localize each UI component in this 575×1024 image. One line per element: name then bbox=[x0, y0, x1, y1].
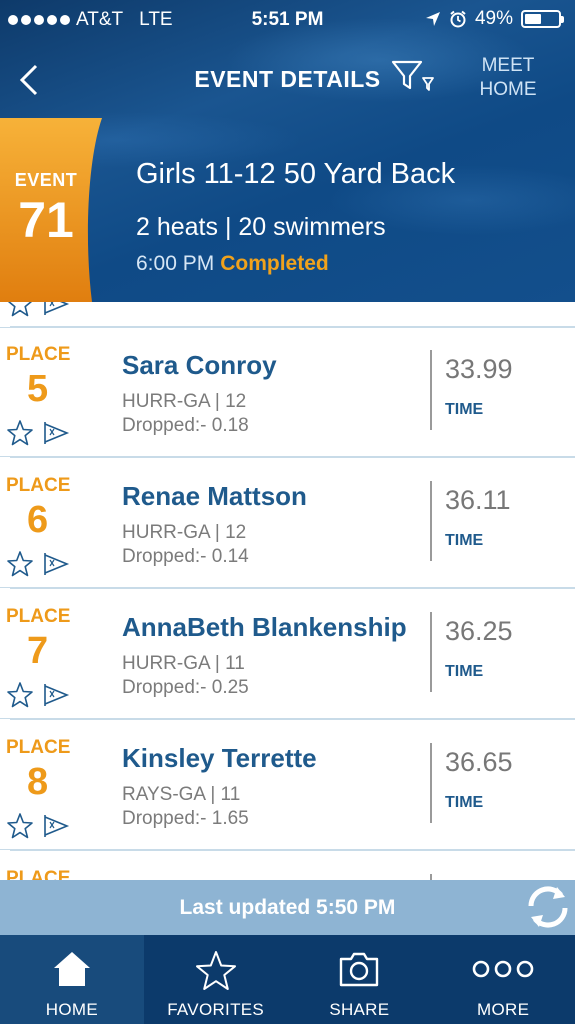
nav-bar: EVENT DETAILS MEET HOME bbox=[0, 40, 575, 118]
time-label: TIME bbox=[445, 663, 484, 680]
swimmer-name[interactable]: AnnaBeth Blankenship bbox=[122, 612, 407, 643]
tab-more[interactable]: MORE bbox=[431, 935, 575, 1024]
team-age: HURR-GA | 12 bbox=[122, 522, 247, 543]
event-counts: 2 heats | 20 swimmers bbox=[136, 213, 386, 241]
place-label: PLACE bbox=[6, 606, 71, 627]
swimmer-name[interactable]: Renae Mattson bbox=[122, 481, 307, 512]
time-value: 36.25 bbox=[445, 616, 513, 646]
flag-icon[interactable] bbox=[42, 812, 70, 840]
table-row[interactable]: PLACE 7 AnnaBeth Blankenship HURR-GA | 11 Dr… bbox=[0, 588, 575, 719]
event-status: Completed bbox=[220, 252, 329, 275]
event-time: 6:00 PM bbox=[136, 252, 215, 275]
time-value: 33.99 bbox=[445, 354, 513, 384]
place-label: PLACE bbox=[6, 737, 71, 758]
time-label: TIME bbox=[445, 401, 484, 418]
star-icon[interactable] bbox=[6, 812, 34, 840]
place-number: 6 bbox=[27, 499, 49, 541]
place-number: 8 bbox=[27, 761, 49, 803]
place-number: 5 bbox=[27, 368, 49, 410]
team-age: RAYS-GA | 11 bbox=[122, 784, 241, 805]
flag-icon[interactable] bbox=[42, 550, 70, 578]
tab-home[interactable]: HOME bbox=[0, 935, 144, 1024]
more-icon bbox=[472, 960, 534, 978]
tab-share[interactable]: SHARE bbox=[288, 935, 432, 1024]
last-updated-bar: Last updated 5:50 PM bbox=[0, 880, 575, 935]
dropped-time: Dropped:- 0.18 bbox=[122, 415, 249, 436]
dropped-time: Dropped:- 0.14 bbox=[122, 546, 249, 567]
time-label: TIME bbox=[445, 794, 484, 811]
event-info: Girls 11-12 50 Yard Back 2 heats | 20 sw… bbox=[136, 118, 455, 276]
time-value: 36.65 bbox=[445, 747, 513, 777]
team-age: HURR-GA | 11 bbox=[122, 653, 245, 674]
battery-icon bbox=[521, 10, 564, 28]
tab-bar: HOME FAVORITES SHARE MORE bbox=[0, 935, 575, 1024]
time-value: 36.11 bbox=[445, 485, 511, 515]
swimmer-name[interactable]: Sara Conroy bbox=[122, 350, 277, 381]
tab-favorites[interactable]: FAVORITES bbox=[144, 935, 288, 1024]
event-number: 71 bbox=[18, 192, 74, 248]
location-icon bbox=[425, 12, 440, 26]
last-updated-text: Last updated 5:50 PM bbox=[179, 896, 396, 919]
flag-icon[interactable] bbox=[42, 419, 70, 447]
swimmer-name[interactable]: Kinsley Terrette bbox=[122, 743, 317, 774]
dropped-time: Dropped:- 0.25 bbox=[122, 677, 249, 698]
star-icon[interactable] bbox=[6, 419, 34, 447]
table-row[interactable]: PLACE bbox=[0, 850, 575, 880]
star-icon[interactable] bbox=[6, 302, 34, 318]
table-row[interactable]: PLACE 6 Renae Mattson HURR-GA | 12 Dropped:-… bbox=[0, 457, 575, 588]
flag-icon[interactable] bbox=[42, 681, 70, 709]
event-label: EVENT bbox=[14, 170, 78, 190]
battery-percent: 49% bbox=[474, 8, 513, 29]
refresh-icon[interactable] bbox=[523, 882, 573, 932]
place-label: PLACE bbox=[6, 868, 71, 880]
meet-home-button[interactable]: MEET HOME bbox=[468, 54, 548, 102]
flag-icon[interactable] bbox=[42, 302, 70, 318]
star-icon bbox=[195, 951, 236, 990]
star-icon[interactable] bbox=[6, 550, 34, 578]
results-list[interactable]: PLACE 5 Sara Conroy HURR-GA | 12 Dropped:- 0… bbox=[0, 302, 575, 880]
dropped-time: Dropped:- 1.65 bbox=[122, 808, 249, 829]
place-number: 7 bbox=[27, 630, 49, 672]
status-bar: AT&T LTE 5:51 PM 49% bbox=[0, 0, 575, 40]
camera-icon bbox=[340, 952, 379, 987]
place-label: PLACE bbox=[6, 344, 71, 365]
header: AT&T LTE 5:51 PM 49% EVENT DETAILS MEET … bbox=[0, 0, 575, 302]
event-name: Girls 11-12 50 Yard Back bbox=[136, 158, 456, 190]
team-age: HURR-GA | 12 bbox=[122, 391, 247, 412]
table-row[interactable] bbox=[0, 302, 575, 328]
alarm-icon bbox=[450, 10, 466, 28]
home-icon bbox=[53, 952, 90, 986]
table-row[interactable]: PLACE 8 Kinsley Terrette RAYS-GA | 11 Droppe… bbox=[0, 719, 575, 850]
filter-icon[interactable] bbox=[390, 58, 440, 98]
table-row[interactable]: PLACE 5 Sara Conroy HURR-GA | 12 Dropped:- 0… bbox=[0, 326, 575, 457]
time-label: TIME bbox=[445, 532, 484, 549]
place-label: PLACE bbox=[6, 475, 71, 496]
star-icon[interactable] bbox=[6, 681, 34, 709]
